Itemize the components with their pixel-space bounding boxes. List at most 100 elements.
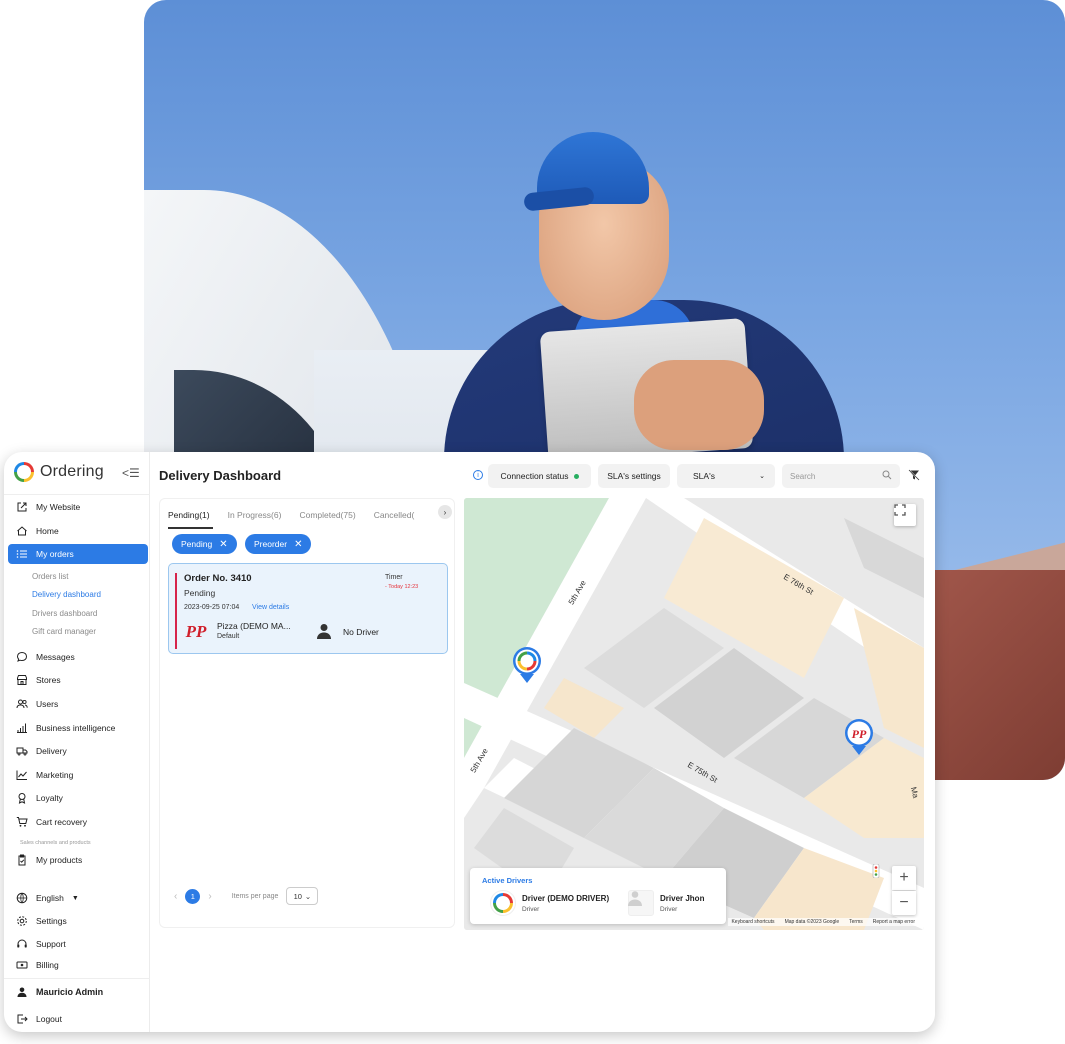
cash-icon	[16, 959, 28, 971]
language-select[interactable]: English ▼	[8, 888, 148, 908]
map[interactable]: 5th Ave E 76th St 5th Ave E 75th St Ma P…	[464, 498, 924, 930]
pagination: ‹ 1 › Items per page 10 ⌄	[174, 887, 319, 905]
close-icon[interactable]: ✕	[219, 539, 227, 550]
driver-role: Driver	[522, 905, 540, 913]
map-canvas	[464, 498, 924, 930]
user-profile[interactable]: Mauricio Admin	[8, 982, 148, 1002]
tab-completed[interactable]: Completed(75)	[299, 505, 355, 525]
fullscreen-icon	[894, 504, 906, 516]
sidebar-item-settings[interactable]: Settings	[8, 911, 148, 931]
logout-button[interactable]: Logout	[8, 1009, 148, 1029]
brand[interactable]: Ordering	[14, 460, 104, 484]
next-page-icon[interactable]: ›	[208, 891, 211, 902]
sidebar-divider	[4, 978, 150, 979]
sidebar: Ordering <☰ My Website Home My orders Or…	[4, 452, 150, 1032]
sidebar-item-messages[interactable]: Messages	[8, 647, 148, 667]
keyboard-shortcuts-link[interactable]: Keyboard shortcuts	[731, 919, 774, 925]
sidebar-item-home[interactable]: Home	[8, 521, 148, 541]
sla-settings-button[interactable]: SLA's settings	[598, 464, 670, 488]
page-number[interactable]: 1	[185, 888, 201, 904]
search-icon	[882, 470, 892, 482]
info-icon[interactable]: i	[473, 470, 483, 480]
sidebar-item-billing[interactable]: Billing	[8, 955, 148, 975]
collapse-sidebar-icon[interactable]: <☰	[122, 466, 140, 480]
order-status-bar	[175, 573, 177, 649]
sidebar-subitem-gift-card-manager[interactable]: Gift card manager	[32, 624, 96, 638]
report-map-error-link[interactable]: Report a map error	[873, 919, 915, 925]
sidebar-item-users[interactable]: Users	[8, 694, 148, 714]
users-icon	[16, 698, 28, 710]
sidebar-item-my-orders[interactable]: My orders	[8, 544, 148, 564]
orders-panel: Pending(1) In Progress(6) Completed(75) …	[159, 498, 455, 928]
sidebar-item-label: My orders	[36, 549, 74, 559]
items-per-page-label: Items per page	[231, 892, 279, 900]
store-location-marker-icon[interactable]: PP	[844, 718, 874, 756]
sidebar-item-marketing[interactable]: Marketing	[8, 765, 148, 785]
sidebar-item-business-intelligence[interactable]: Business intelligence	[8, 718, 148, 738]
tab-in-progress[interactable]: In Progress(6)	[228, 505, 282, 525]
sidebar-item-my-website[interactable]: My Website	[8, 497, 148, 517]
sidebar-item-delivery[interactable]: Delivery	[8, 741, 148, 761]
sidebar-subitem-delivery-dashboard[interactable]: Delivery dashboard	[32, 587, 101, 601]
sidebar-item-label: My Website	[36, 502, 81, 512]
fullscreen-button[interactable]	[894, 504, 916, 526]
close-icon[interactable]: ✕	[294, 539, 302, 550]
sla-select-value: SLA's	[693, 471, 715, 481]
map-footer: Keyboard shortcuts Map data ©2023 Google…	[728, 918, 918, 926]
sidebar-item-label: Loyalty	[36, 793, 63, 803]
tab-cancelled[interactable]: Cancelled(	[374, 505, 415, 525]
filter-chip-pending[interactable]: Pending ✕	[172, 534, 237, 554]
sidebar-item-support[interactable]: Support	[8, 934, 148, 954]
user-name: Mauricio Admin	[36, 987, 104, 997]
award-icon	[16, 792, 28, 804]
zoom-in-button[interactable]: +	[892, 866, 916, 890]
tab-pending[interactable]: Pending(1)	[168, 505, 213, 529]
courier-hand	[634, 360, 764, 450]
sidebar-item-my-products[interactable]: My products	[8, 850, 148, 870]
sidebar-item-label: My products	[36, 855, 83, 865]
filter-off-icon[interactable]	[908, 469, 920, 481]
logout-icon	[16, 1013, 28, 1025]
pizza-store-logo: PP	[185, 622, 207, 641]
headset-icon	[16, 938, 28, 950]
brand-divider	[4, 494, 150, 495]
driver-item[interactable]: Driver (DEMO DRIVER) Driver	[490, 890, 609, 916]
sidebar-subitem-orders-list[interactable]: Orders list	[32, 569, 68, 583]
order-date: 2023-09-25 07:04	[184, 604, 240, 611]
driver-item[interactable]: Driver Jhon Driver	[628, 890, 704, 916]
filter-chip-preorder[interactable]: Preorder ✕	[245, 534, 312, 554]
sidebar-item-cart-recovery[interactable]: Cart recovery	[8, 812, 148, 832]
sidebar-item-label: Delivery	[36, 746, 67, 756]
sidebar-item-label: Business intelligence	[36, 723, 116, 733]
order-number: Order No. 3410	[184, 573, 252, 584]
sidebar-item-loyalty[interactable]: Loyalty	[8, 788, 148, 808]
store-subtitle: Default	[217, 633, 240, 640]
order-status: Pending	[184, 588, 216, 598]
sidebar-item-label: Billing	[36, 960, 59, 970]
search-input[interactable]: Search	[782, 464, 900, 488]
chip-label: Preorder	[254, 539, 288, 549]
external-link-icon	[16, 501, 28, 513]
sidebar-item-label: Settings	[36, 916, 67, 926]
tabs-next-arrow-icon[interactable]: ›	[438, 505, 452, 519]
cart-icon	[16, 816, 28, 828]
sidebar-subitem-drivers-dashboard[interactable]: Drivers dashboard	[32, 606, 97, 620]
section-caption: Sales channels and products	[20, 840, 91, 846]
items-per-page-select[interactable]: 10 ⌄	[286, 887, 319, 905]
order-card[interactable]: Order No. 3410 Pending 2023-09-25 07:04 …	[168, 563, 448, 654]
search-placeholder: Search	[790, 471, 816, 481]
view-details-link[interactable]: View details	[252, 604, 289, 611]
timer-label: Timer	[385, 574, 403, 581]
dashboard-window: Ordering <☰ My Website Home My orders Or…	[4, 452, 935, 1032]
terms-link[interactable]: Terms	[849, 919, 863, 925]
connection-status-button[interactable]: Connection status	[488, 464, 591, 488]
list-icon	[16, 548, 28, 560]
zoom-out-button[interactable]: −	[892, 891, 916, 915]
gear-icon	[16, 915, 28, 927]
prev-page-icon[interactable]: ‹	[174, 891, 177, 902]
driver-location-marker-icon[interactable]	[512, 646, 542, 684]
brand-name: Ordering	[40, 463, 104, 480]
sidebar-item-stores[interactable]: Stores	[8, 670, 148, 690]
traffic-light-icon	[872, 864, 880, 878]
sla-select[interactable]: SLA's ⌄	[677, 464, 775, 488]
